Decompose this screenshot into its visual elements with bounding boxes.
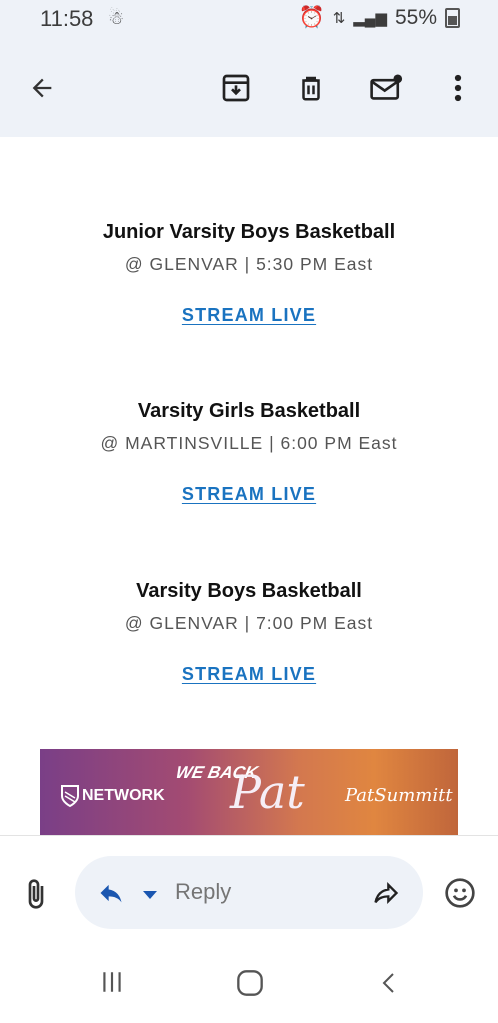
stream-live-link[interactable]: STREAM LIVE (182, 484, 316, 505)
reply-placeholder: Reply (175, 879, 232, 904)
back-arrow-icon[interactable] (22, 68, 62, 108)
event-subtitle: @ GLENVAR | 7:00 PM East (124, 613, 374, 633)
status-time: 11:58 (40, 6, 94, 31)
recent-apps-icon[interactable] (99, 969, 125, 1000)
banner-pat-script: Pat (230, 765, 305, 819)
alarm-icon: ⏰ (298, 6, 325, 29)
chevron-down-icon[interactable] (143, 888, 157, 906)
event-varsity-boys: Varsity Boys Basketball @ GLENVAR | 7:00… (0, 580, 498, 685)
stream-live-link[interactable]: STREAM LIVE (182, 664, 316, 685)
more-options-icon[interactable] (438, 68, 478, 108)
event-title: Junior Varsity Boys Basketball (102, 221, 396, 243)
emoji-icon[interactable] (444, 877, 476, 914)
email-toolbar (0, 40, 498, 137)
battery-icon (445, 8, 460, 28)
reply-icon[interactable] (95, 879, 127, 912)
event-subtitle: @ MARTINSVILLE | 6:00 PM East (100, 433, 398, 453)
banner-network-text: NETWORK (82, 787, 165, 804)
status-bar: 11:58 ☃ ⏰ ⇅ ▂▄▆ 55% (0, 0, 498, 40)
status-icons: ⏰ ⇅ ▂▄▆ 55% (299, 6, 460, 30)
reply-area: Reply (0, 835, 498, 946)
battery-percent: 55% (394, 6, 437, 29)
attachment-icon[interactable] (20, 877, 52, 916)
signal-icon: ▂▄▆ (353, 10, 387, 27)
home-icon[interactable] (236, 969, 264, 1002)
data-transfer-icon: ⇅ (332, 10, 346, 27)
event-title: Varsity Girls Basketball (137, 400, 361, 422)
event-jv-boys: Junior Varsity Boys Basketball @ GLENVAR… (0, 221, 498, 326)
event-title: Varsity Boys Basketball (136, 580, 362, 602)
delete-icon[interactable] (291, 68, 331, 108)
back-nav-icon[interactable] (377, 969, 401, 1002)
event-varsity-girls: Varsity Girls Basketball @ MARTINSVILLE … (0, 400, 498, 505)
stream-live-link[interactable]: STREAM LIVE (182, 305, 316, 326)
mark-unread-icon[interactable] (366, 68, 406, 108)
event-subtitle: @ GLENVAR | 5:30 PM East (124, 254, 374, 274)
network-logo-icon (61, 785, 79, 808)
notification-icon: ☃ (108, 8, 125, 28)
banner-signature: PatSummitt (345, 785, 453, 806)
forward-icon[interactable] (371, 879, 401, 912)
email-body: Junior Varsity Boys Basketball @ GLENVAR… (0, 137, 498, 835)
promo-banner[interactable]: NETWORK WE BACK Pat PatSummitt (40, 749, 458, 835)
reply-input[interactable]: Reply (75, 856, 423, 929)
system-nav-bar (0, 945, 498, 1023)
archive-icon[interactable] (216, 68, 256, 108)
